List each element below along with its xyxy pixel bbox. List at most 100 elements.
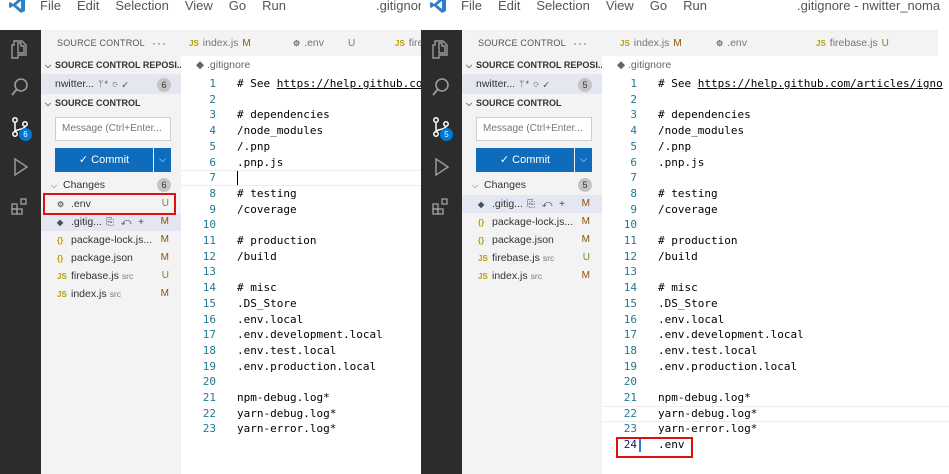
repositories-section-header[interactable]: ⌵ SOURCE CONTROL REPOSI... <box>41 56 181 74</box>
commit-dropdown-button[interactable]: ⌵ <box>154 148 171 172</box>
extensions-icon[interactable] <box>9 196 31 218</box>
more-actions-icon[interactable]: ··· <box>573 30 588 56</box>
file-inline-actions[interactable]: ⎘ ↶ + <box>106 217 146 228</box>
code-line[interactable]: 9/coverage <box>602 202 949 218</box>
menu-go[interactable]: Go <box>229 0 246 13</box>
commit-dropdown-button[interactable]: ⌵ <box>575 148 592 172</box>
code-line[interactable]: 15 .DS_Store <box>602 296 949 312</box>
code-line[interactable]: 16 .env.local <box>181 312 421 328</box>
changed-file-package-json[interactable]: {} package.json M <box>462 231 602 249</box>
repositories-section-header[interactable]: ⌵ SOURCE CONTROL REPOSI... <box>462 56 602 74</box>
changed-file-firebase[interactable]: JS firebase.js src U <box>462 249 602 267</box>
code-line[interactable]: 15 .DS_Store <box>181 296 421 312</box>
code-line[interactable]: 8 # testing <box>181 186 421 202</box>
code-line[interactable]: 13 <box>181 264 421 280</box>
code-line[interactable]: 2 <box>181 92 421 108</box>
menu-view[interactable]: View <box>185 0 213 13</box>
code-line[interactable]: 7 <box>181 170 421 186</box>
code-line[interactable]: 19 .env.production.local <box>602 359 949 375</box>
code-line[interactable]: 5 /.pnp <box>602 139 949 155</box>
tab-firebase-js[interactable]: JS firebase.js U <box>808 30 938 56</box>
code-line[interactable]: 21 npm-debug.log* <box>181 390 421 406</box>
menu-selection[interactable]: Selection <box>115 0 168 13</box>
changes-group-header[interactable]: ⌵ Changes 5 <box>462 175 602 195</box>
search-icon[interactable] <box>9 76 31 98</box>
menu-run[interactable]: Run <box>683 0 707 13</box>
code-line[interactable]: 14 # misc <box>602 280 949 296</box>
code-line[interactable]: 9/coverage <box>181 202 421 218</box>
code-line[interactable]: 13 <box>602 264 949 280</box>
menu-view[interactable]: View <box>606 0 634 13</box>
source-control-section-header[interactable]: ⌵ SOURCE CONTROL <box>41 94 181 112</box>
code-line[interactable]: 11 # production <box>181 233 421 249</box>
code-line[interactable]: 6 .pnp.js <box>181 155 421 171</box>
changed-file-gitignore[interactable]: ◆ .gitig... ⎘ ↶ + M <box>41 213 181 231</box>
code-line[interactable]: 10 <box>181 217 421 233</box>
code-line[interactable]: 22 yarn-debug.log* <box>181 406 421 422</box>
changed-file-env[interactable]: ⚙ .env U <box>41 195 181 213</box>
code-line[interactable]: 20 <box>181 374 421 390</box>
code-line[interactable]: 23 yarn-error.log* <box>602 421 949 437</box>
tab-index-js[interactable]: JS index.js M <box>612 30 708 56</box>
help-link[interactable]: https://help.github.com <box>277 77 421 90</box>
changed-file-index[interactable]: JS index.js src M <box>462 267 602 285</box>
code-line[interactable]: 7 <box>602 170 949 186</box>
menu-edit[interactable]: Edit <box>498 0 520 13</box>
explorer-icon[interactable] <box>9 38 31 60</box>
run-debug-icon[interactable] <box>430 156 452 178</box>
code-editor[interactable]: 1 # See https://help.github.com/articles/… <box>602 74 949 474</box>
code-line[interactable]: 19 .env.production.local <box>181 359 421 375</box>
code-line[interactable]: 3 # dependencies <box>602 107 949 123</box>
repository-row[interactable]: nwitter... ᛘ* ⟳ ✓ 6 <box>41 74 181 94</box>
code-line[interactable]: 6 .pnp.js <box>602 155 949 171</box>
help-link[interactable]: https://help.github.com/articles/igno <box>698 77 943 90</box>
changes-group-header[interactable]: ⌵ Changes 6 <box>41 175 181 195</box>
changed-file-index[interactable]: JS index.js src M <box>41 285 181 303</box>
code-line[interactable]: 1 # See https://help.github.com/articles/… <box>602 76 949 92</box>
menu-edit[interactable]: Edit <box>77 0 99 13</box>
source-control-section-header[interactable]: ⌵ SOURCE CONTROL <box>462 94 602 112</box>
menu-go[interactable]: Go <box>650 0 667 13</box>
breadcrumb[interactable]: ◆ .gitignore <box>196 58 250 72</box>
code-line[interactable]: 10 <box>602 217 949 233</box>
menu-file[interactable]: File <box>40 0 61 13</box>
tab-env[interactable]: ⚙ .env U <box>285 30 385 56</box>
commit-button[interactable]: ✓ Commit <box>476 148 574 172</box>
code-line[interactable]: 11 # production <box>602 233 949 249</box>
tab-firebase-js[interactable]: JS fire <box>387 30 421 56</box>
code-line[interactable]: 18 .env.test.local <box>602 343 949 359</box>
code-line[interactable]: 18 .env.test.local <box>181 343 421 359</box>
changed-file-package-lock[interactable]: {} package-lock.js... M <box>41 231 181 249</box>
extensions-icon[interactable] <box>430 196 452 218</box>
code-line[interactable]: 14 # misc <box>181 280 421 296</box>
changed-file-package-lock[interactable]: {} package-lock.js... M <box>462 213 602 231</box>
code-line[interactable]: 23 yarn-error.log* <box>181 421 421 437</box>
code-line[interactable]: 4/node_modules <box>181 123 421 139</box>
commit-button[interactable]: ✓ Commit <box>55 148 153 172</box>
run-debug-icon[interactable] <box>9 156 31 178</box>
commit-message-input[interactable]: Message (Ctrl+Enter... <box>55 117 171 141</box>
code-line[interactable]: 21 npm-debug.log* <box>602 390 949 406</box>
repository-actions[interactable]: ᛘ* ⟳ ✓ <box>98 79 129 89</box>
menu-selection[interactable]: Selection <box>536 0 589 13</box>
code-line[interactable]: 5 /.pnp <box>181 139 421 155</box>
code-line[interactable]: 4/node_modules <box>602 123 949 139</box>
code-line[interactable]: 16 .env.local <box>602 312 949 328</box>
code-line[interactable]: 20 <box>602 374 949 390</box>
code-line[interactable]: 12/build <box>602 249 949 265</box>
code-line[interactable]: 3 # dependencies <box>181 107 421 123</box>
explorer-icon[interactable] <box>430 38 452 60</box>
more-actions-icon[interactable]: ··· <box>152 30 167 56</box>
menu-run[interactable]: Run <box>262 0 286 13</box>
code-editor[interactable]: 1 # See https://help.github.com 2 3 # depend… <box>181 74 421 474</box>
changed-file-package-json[interactable]: {} package.json M <box>41 249 181 267</box>
code-line[interactable]: 8 # testing <box>602 186 949 202</box>
commit-message-input[interactable]: Message (Ctrl+Enter... <box>476 117 592 141</box>
code-line[interactable]: 1 # See https://help.github.com <box>181 76 421 92</box>
changed-file-gitignore[interactable]: ◆ .gitig... ⎘ ↶ + M <box>462 195 602 213</box>
menu-file[interactable]: File <box>461 0 482 13</box>
code-line[interactable]: 24 .env <box>602 437 949 453</box>
code-line[interactable]: 22 yarn-debug.log* <box>602 406 949 422</box>
changed-file-firebase[interactable]: JS firebase.js src U <box>41 267 181 285</box>
repository-actions[interactable]: ᛘ* ⟳ ✓ <box>519 79 550 89</box>
